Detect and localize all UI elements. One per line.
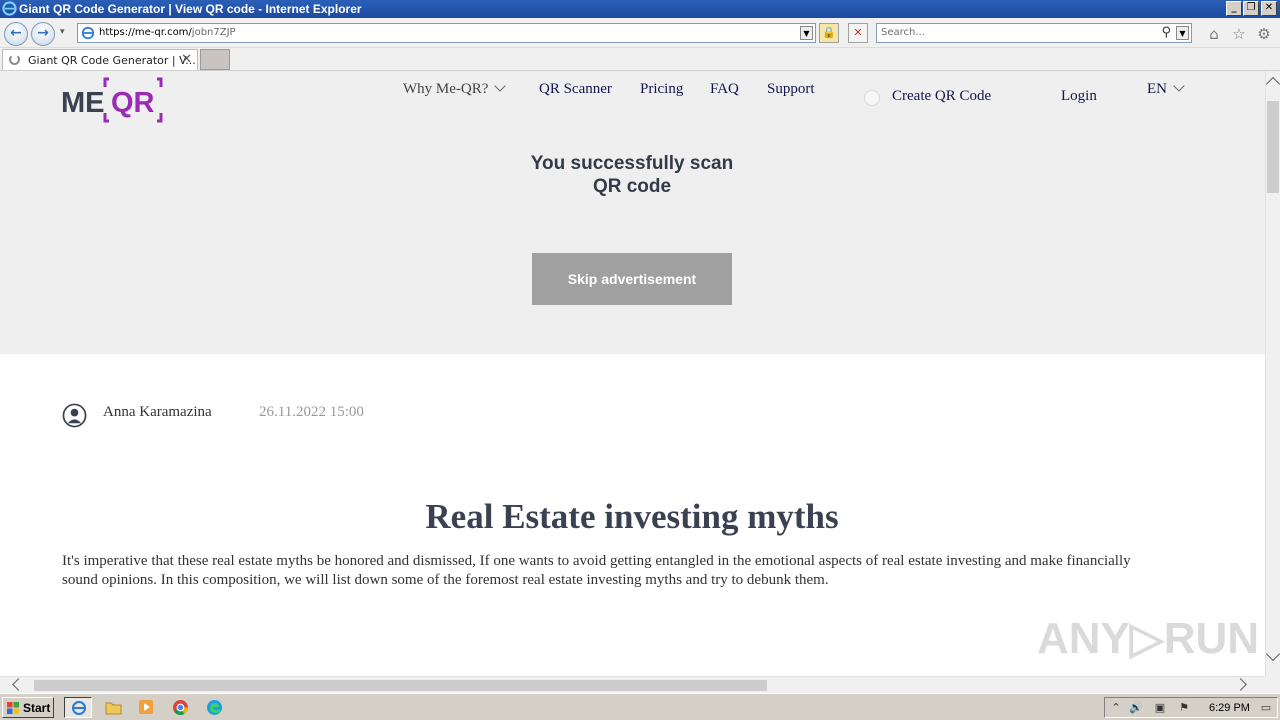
chevron-down-icon <box>494 80 507 92</box>
forward-arrow-icon: → <box>37 25 49 41</box>
chrome-icon <box>173 700 189 716</box>
horizontal-scrollbar[interactable] <box>0 676 1265 693</box>
windows-flag-icon <box>7 702 19 714</box>
start-button[interactable]: Start <box>2 697 54 718</box>
svg-text:QR: QR <box>111 87 155 119</box>
nav-why-meqr[interactable]: Why Me-QR? <box>403 80 507 98</box>
scrollbar-corner <box>1265 676 1280 693</box>
language-selector[interactable]: EN <box>1147 80 1185 98</box>
system-tray: ⌃ 🔊 ▣ ⚑ 6:29 PM ▭ <box>1104 697 1278 718</box>
clock[interactable]: 6:29 PM <box>1209 702 1250 714</box>
scroll-left-icon[interactable] <box>12 678 25 691</box>
home-icon[interactable]: ⌂ <box>1205 25 1223 43</box>
search-box[interactable]: Search... ⚲ ▼ <box>876 23 1192 43</box>
skip-advertisement-button[interactable]: Skip advertisement <box>532 253 732 305</box>
back-arrow-icon: ← <box>10 25 22 41</box>
page-viewport: ME QR Why Me-QR? QR Scanner Pricing FAQ … <box>0 71 1265 676</box>
taskbar-chrome[interactable] <box>167 697 195 718</box>
show-desktop-icon[interactable]: ▭ <box>1259 701 1273 715</box>
tab-active[interactable]: Giant QR Code Generator | V... ✕ <box>2 49 198 70</box>
loading-spinner-icon <box>9 54 20 65</box>
scroll-down-icon[interactable] <box>1265 646 1280 662</box>
taskbar-file-explorer[interactable] <box>100 697 128 718</box>
meqr-logo[interactable]: ME QR <box>61 76 165 124</box>
article-body: It's imperative that these real estate m… <box>62 553 1131 588</box>
login-link[interactable]: Login <box>1061 88 1097 105</box>
window-title: Giant QR Code Generator | View QR code -… <box>19 2 362 16</box>
forward-button[interactable]: → <box>31 22 55 46</box>
search-icon[interactable]: ⚲ <box>1161 25 1171 40</box>
site-favicon-icon <box>81 26 95 40</box>
article-title: Real Estate investing myths <box>425 497 839 536</box>
user-avatar-icon <box>62 403 87 428</box>
media-player-icon <box>139 700 153 714</box>
volume-icon[interactable]: 🔊 <box>1129 701 1143 715</box>
nav-pricing[interactable]: Pricing <box>640 81 683 98</box>
anyrun-watermark: ANY▷RUN <box>1037 614 1260 663</box>
maximize-button[interactable]: ❐ <box>1243 1 1259 16</box>
address-url: https://me-qr.com/jobn7ZJP <box>99 27 236 38</box>
network-icon[interactable]: ▣ <box>1153 701 1167 715</box>
internet-explorer-icon <box>2 1 17 16</box>
article-author: Anna Karamazina <box>103 404 212 420</box>
hero-section: ME QR Why Me-QR? QR Scanner Pricing FAQ … <box>0 71 1265 354</box>
scroll-right-icon[interactable] <box>1234 678 1247 691</box>
create-qr-code-button[interactable]: Create QR Code <box>862 88 1012 108</box>
address-bar[interactable]: https://me-qr.com/jobn7ZJP ▼ <box>77 23 816 43</box>
article-date: 26.11.2022 15:00 <box>259 404 364 420</box>
action-center-flag-icon[interactable]: ⚑ <box>1177 701 1191 715</box>
stop-icon[interactable]: ✕ <box>848 23 868 43</box>
new-tab-button[interactable] <box>200 49 230 70</box>
nav-support[interactable]: Support <box>767 81 815 98</box>
window-title-bar: Giant QR Code Generator | View QR code -… <box>0 0 1280 18</box>
vertical-scroll-thumb[interactable] <box>1267 101 1279 193</box>
tab-strip: Giant QR Code Generator | V... ✕ <box>0 48 1280 71</box>
history-dropdown-icon[interactable]: ▾ <box>60 27 65 37</box>
taskbar-edge[interactable] <box>201 697 229 718</box>
folder-icon <box>105 702 122 715</box>
minimize-button[interactable]: _ <box>1226 1 1242 16</box>
address-dropdown-icon[interactable]: ▼ <box>800 26 813 40</box>
create-icon <box>864 90 880 106</box>
edge-icon <box>207 700 222 715</box>
gear-icon[interactable]: ⚙ <box>1255 25 1273 43</box>
horizontal-scroll-thumb[interactable] <box>34 680 767 691</box>
internet-explorer-icon <box>72 701 86 715</box>
close-tab-icon[interactable]: ✕ <box>181 52 192 67</box>
close-window-button[interactable]: ✕ <box>1261 1 1277 16</box>
taskbar-media-player[interactable] <box>133 697 161 718</box>
chevron-down-icon <box>1173 80 1185 92</box>
search-dropdown-icon[interactable]: ▼ <box>1176 26 1189 40</box>
show-hidden-icons-icon[interactable]: ⌃ <box>1109 701 1123 715</box>
favorites-star-icon[interactable]: ☆ <box>1230 25 1248 43</box>
nav-faq[interactable]: FAQ <box>710 81 739 98</box>
svg-text:ME: ME <box>61 87 105 119</box>
taskbar: Start ⌃ 🔊 ▣ ⚑ 6:29 PM ▭ <box>0 693 1280 720</box>
nav-qr-scanner[interactable]: QR Scanner <box>539 81 612 98</box>
vertical-scrollbar[interactable] <box>1265 71 1280 676</box>
scroll-up-icon[interactable] <box>1265 76 1280 92</box>
browser-toolbar: ← → ▾ https://me-qr.com/jobn7ZJP ▼ 🔒 ✕ S… <box>0 18 1280 48</box>
taskbar-internet-explorer[interactable] <box>64 697 92 718</box>
scan-success-message: You successfully scan QR code <box>530 153 734 197</box>
back-button[interactable]: ← <box>4 22 28 46</box>
security-lock-icon[interactable]: 🔒 <box>819 23 839 43</box>
